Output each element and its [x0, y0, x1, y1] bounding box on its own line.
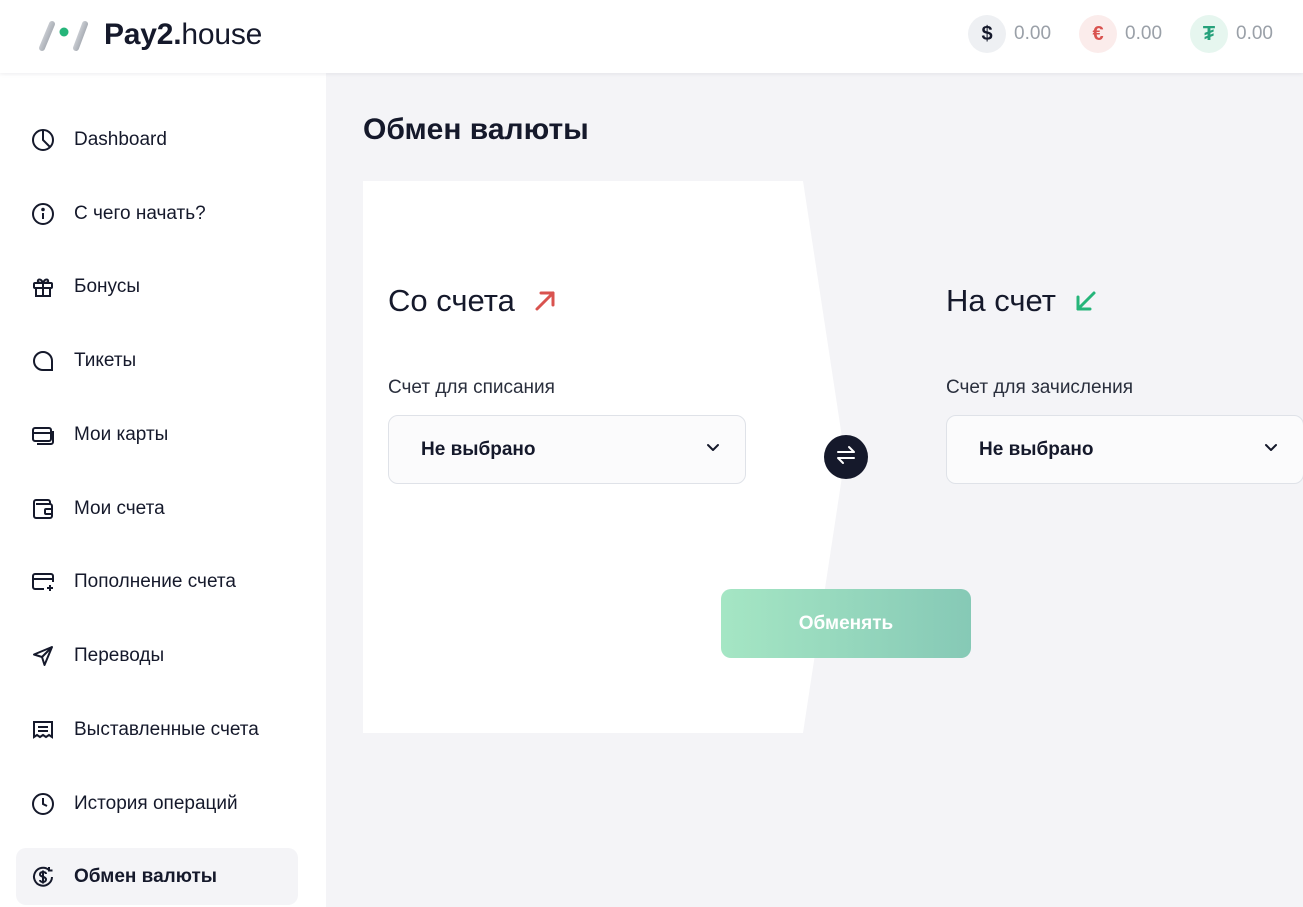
- exchange-card: Со счета Счет для списания Не выбрано На…: [363, 181, 1303, 733]
- select-value: Не выбрано: [421, 438, 536, 460]
- card-add-icon: [30, 569, 56, 595]
- debit-account-label: Счет для списания: [388, 377, 555, 398]
- from-account-title-text: Со счета: [388, 283, 515, 318]
- pie-chart-icon: [30, 127, 56, 153]
- sidebar-item-my-accounts[interactable]: Мои счета: [16, 480, 298, 537]
- to-account-title-text: На счет: [946, 283, 1056, 318]
- arrow-up-right-icon: [533, 289, 557, 313]
- sidebar-item-label: Бонусы: [74, 275, 140, 297]
- swap-arrows-icon: [835, 444, 857, 471]
- balance-amount: 0.00: [1014, 23, 1052, 44]
- balance-eur[interactable]: € 0.00: [1079, 15, 1162, 53]
- chevron-down-icon: [705, 439, 721, 460]
- top-header: Pay2.house $ 0.00 € 0.00 ₮ 0.00: [0, 0, 1303, 73]
- receipt-icon: [30, 717, 56, 743]
- logo[interactable]: Pay2.house: [38, 18, 262, 52]
- balance-usd[interactable]: $ 0.00: [968, 15, 1051, 53]
- sidebar-item-top-up[interactable]: Пополнение счета: [16, 553, 298, 610]
- balance-list: $ 0.00 € 0.00 ₮ 0.00: [940, 15, 1273, 53]
- sidebar-item-history[interactable]: История операций: [16, 775, 298, 832]
- sidebar-item-label: История операций: [74, 792, 238, 814]
- sidebar-item-label: Тикеты: [74, 349, 137, 371]
- sidebar-item-label: Пополнение счета: [74, 570, 236, 592]
- sidebar-item-bonuses[interactable]: Бонусы: [16, 258, 298, 315]
- exchange-button-label: Обменять: [798, 612, 894, 634]
- sidebar: Dashboard С чего начать? Бонусы Тикеты М…: [0, 73, 326, 907]
- sidebar-item-invoices[interactable]: Выставленные счета: [16, 701, 298, 758]
- from-account-title: Со счета: [388, 283, 557, 319]
- credit-account-select[interactable]: Не выбрано: [946, 415, 1303, 484]
- sidebar-item-label: Мои счета: [74, 497, 165, 519]
- dollar-icon: $: [968, 15, 1007, 53]
- wallet-icon: [30, 496, 56, 522]
- exchange-dollar-icon: [30, 864, 56, 890]
- balance-amount: 0.00: [1125, 23, 1163, 44]
- clock-icon: [30, 791, 56, 817]
- sidebar-item-label: Переводы: [74, 644, 165, 666]
- exchange-button[interactable]: Обменять: [721, 589, 971, 658]
- cards-icon: [30, 422, 56, 448]
- gift-icon: [30, 274, 56, 300]
- debit-account-select[interactable]: Не выбрано: [388, 415, 746, 484]
- sidebar-item-my-cards[interactable]: Мои карты: [16, 406, 298, 463]
- send-icon: [30, 643, 56, 669]
- sidebar-item-exchange[interactable]: Обмен валюты: [16, 848, 298, 905]
- sidebar-item-label: Выставленные счета: [74, 718, 259, 740]
- sidebar-item-label: Dashboard: [74, 128, 167, 150]
- credit-account-label: Счет для зачисления: [946, 377, 1133, 398]
- swap-accounts-button[interactable]: [824, 435, 868, 479]
- euro-icon: €: [1079, 15, 1118, 53]
- select-value: Не выбрано: [979, 438, 1094, 460]
- sidebar-item-tickets[interactable]: Тикеты: [16, 332, 298, 389]
- sidebar-item-getting-started[interactable]: С чего начать?: [16, 185, 298, 242]
- chat-icon: [30, 348, 56, 374]
- logo-text: Pay2.house: [104, 18, 263, 51]
- logo-mark-icon: [38, 18, 88, 52]
- sidebar-item-transfers[interactable]: Переводы: [16, 627, 298, 684]
- balance-usdt[interactable]: ₮ 0.00: [1190, 15, 1273, 53]
- chevron-down-icon: [1263, 439, 1279, 460]
- to-account-title: На счет: [946, 283, 1098, 319]
- tether-icon: ₮: [1190, 15, 1229, 53]
- page-title: Обмен валюты: [363, 113, 589, 146]
- sidebar-item-label: Мои карты: [74, 423, 169, 445]
- info-icon: [30, 201, 56, 227]
- balance-amount: 0.00: [1236, 23, 1273, 44]
- sidebar-item-dashboard[interactable]: Dashboard: [16, 111, 298, 168]
- arrow-down-left-icon: [1074, 289, 1098, 313]
- sidebar-item-label: С чего начать?: [74, 202, 206, 224]
- sidebar-item-label: Обмен валюты: [74, 865, 217, 887]
